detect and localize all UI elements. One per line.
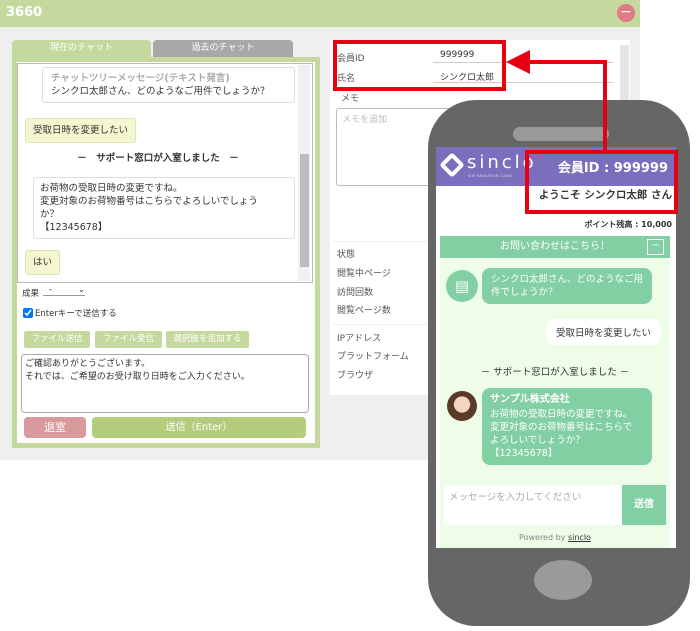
- page-label: 閲覧中ページ: [337, 269, 391, 279]
- tab-past-chat[interactable]: 過去のチャット: [153, 40, 293, 57]
- result-label: 成果: [22, 289, 40, 299]
- enter-send-checkbox[interactable]: [23, 308, 33, 318]
- powered-text: Powered by: [519, 533, 566, 542]
- message-input[interactable]: ご確認ありがとうございます。 それでは、ご希望のお受け取り日時をご入力ください。: [21, 354, 309, 413]
- user-message: 受取日時を変更したい: [546, 319, 662, 345]
- widget-system-message: － サポート窓口が入室しました －: [480, 367, 630, 378]
- operator-message: サンプル株式会社 お荷物の受取日時の変更ですね。 変更対象のお荷物番号はこちらで…: [482, 388, 652, 465]
- title-bar: [0, 0, 640, 27]
- minus-circle-icon[interactable]: −: [617, 4, 635, 22]
- platform-label: プラットフォーム: [337, 352, 409, 362]
- enter-send-label: Enterキーで送信する: [35, 309, 117, 319]
- visits-label: 訪問回数: [337, 288, 374, 298]
- operator-avatar: [447, 391, 477, 421]
- powered-link[interactable]: sinclo: [568, 533, 591, 542]
- bot-message: シンクロ太郎さん、どのようなご用件でしょうか？: [482, 268, 652, 304]
- customer-message: 受取日時を変更したい: [25, 118, 137, 143]
- file-send-button[interactable]: ファイル送信: [24, 331, 90, 348]
- send-button[interactable]: 送信（Enter）: [92, 417, 306, 438]
- tree-label: チャットツリーメッセージ(テキスト発言): [51, 73, 230, 84]
- divider: [333, 241, 433, 242]
- result-value: -: [49, 285, 53, 295]
- system-message: － サポート窓口が入室しました －: [77, 153, 239, 164]
- input-line: それでは、ご希望のお受け取り日時をご入力ください。: [25, 372, 250, 382]
- result-select[interactable]: - ⌄: [43, 285, 85, 296]
- highlight-box: [525, 150, 678, 214]
- chat-log: チャットツリーメッセージ(テキスト発言) シンクロ太郎さん、どのようなご用件でし…: [17, 63, 313, 283]
- op-line: お荷物の受取日時の変更ですね。: [40, 183, 183, 194]
- enter-send-option[interactable]: Enterキーで送信する: [23, 307, 117, 319]
- file-receive-button[interactable]: ファイル受信: [95, 331, 162, 348]
- op-line: 【12345678】: [40, 222, 108, 233]
- operator-message: お荷物の受取日時の変更ですね。 変更対象のお荷物番号はこちらでよろしいでしょう …: [33, 177, 295, 239]
- highlight-box: [333, 40, 506, 91]
- memo-label: メモ: [341, 94, 360, 104]
- tab-current-chat[interactable]: 現在のチャット: [12, 40, 151, 57]
- op-line: お荷物の受取日時の変更ですね。: [490, 409, 633, 420]
- status-label: 状態: [337, 250, 356, 260]
- chat-bubble-icon: ▤: [446, 270, 478, 302]
- op-line: よろしいでしょうか？: [490, 435, 585, 446]
- pageviews-label: 閲覧ページ数: [337, 306, 391, 316]
- tree-message: チャットツリーメッセージ(テキスト発言) シンクロ太郎さん、どのようなご用件でし…: [42, 67, 295, 103]
- op-line: 変更対象のお荷物番号はこちらでよろしいでしょう: [40, 196, 258, 207]
- op-line: 【12345678】: [490, 448, 558, 459]
- logo-subtitle: SITE NAVIGATION CLOUD: [468, 174, 512, 178]
- ip-label: IPアドレス: [337, 334, 382, 344]
- input-line: ご確認ありがとうございます。: [25, 359, 151, 369]
- op-line: 変更対象のお荷物番号はこちらで: [490, 422, 633, 433]
- browser-label: ブラウザ: [337, 371, 374, 381]
- widget-message-input[interactable]: メッセージを入力してください: [444, 485, 622, 525]
- phone-home-button: [534, 560, 592, 600]
- company-name: サンプル株式会社: [490, 394, 570, 405]
- scrollbar-thumb[interactable]: [300, 154, 309, 267]
- add-choice-button[interactable]: 選択肢を追加する: [166, 331, 249, 348]
- window-title: 3660: [6, 5, 43, 20]
- chevron-down-icon: ⌄: [77, 285, 85, 295]
- points-balance: ポイント残高 : 10,000: [584, 220, 672, 229]
- exit-button[interactable]: 退室: [24, 417, 86, 438]
- widget-send-button[interactable]: 送信: [622, 485, 666, 525]
- tree-text: シンクロ太郎さん、どのようなご用件でしょうか？: [51, 86, 270, 97]
- divider: [333, 324, 433, 325]
- widget-header[interactable]: お問い合わせはこちら！: [440, 236, 670, 258]
- op-line: か？: [40, 209, 60, 220]
- powered-by: Powered by sinclo: [440, 533, 670, 542]
- arrow-icon: [506, 50, 607, 150]
- customer-message: はい: [25, 250, 61, 275]
- minimize-widget-icon[interactable]: −: [647, 239, 664, 255]
